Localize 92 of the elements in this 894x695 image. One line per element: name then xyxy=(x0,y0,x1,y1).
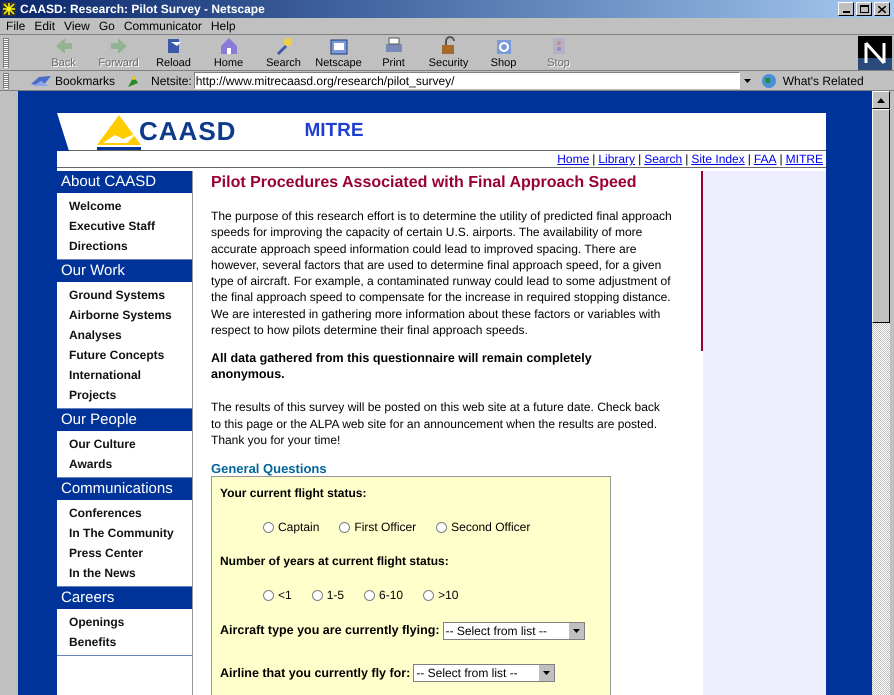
close-button[interactable] xyxy=(874,2,890,16)
radio-button[interactable] xyxy=(364,590,376,601)
sidebar-item[interactable]: Our Culture xyxy=(69,434,192,454)
toolbar-button[interactable]: Netscape xyxy=(312,35,365,70)
menu-item[interactable]: File xyxy=(6,17,26,35)
netscape-logo xyxy=(858,36,892,70)
sidebar-item[interactable]: In The Community xyxy=(69,523,192,543)
radio-option[interactable]: Second Officer xyxy=(436,518,530,536)
window-title: CAASD: Research: Pilot Survey - Netscape xyxy=(20,1,266,18)
sidebar-item[interactable]: Directions xyxy=(69,236,192,256)
nav-link[interactable]: MITRE xyxy=(786,150,823,168)
maximize-button[interactable] xyxy=(856,2,872,16)
link-separator: | xyxy=(638,151,642,168)
bookmark-icon xyxy=(29,74,53,88)
menu-item[interactable]: View xyxy=(64,17,90,35)
menu-item[interactable]: Communicator xyxy=(124,17,202,35)
select-dropdown[interactable]: -- Select from list -- xyxy=(442,622,585,640)
toolbar-button[interactable]: Security xyxy=(422,35,475,70)
scroll-up-icon[interactable] xyxy=(877,98,885,102)
results-paragraph: The results of this survey will be posted on this web site at a future date. Check back to this page or the ALPA web site for an announcement when the results are posted. Thank you for your time! xyxy=(211,399,661,448)
radio-option[interactable]: First Officer xyxy=(339,518,416,536)
app-icon xyxy=(2,2,16,16)
radio-button[interactable] xyxy=(263,590,274,601)
netsite-label: Netsite: xyxy=(151,72,192,90)
nav-link[interactable]: Home xyxy=(557,150,590,168)
toolbar-grip[interactable] xyxy=(3,72,9,88)
link-separator: | xyxy=(748,151,751,168)
close-icon xyxy=(878,6,886,12)
sidebar-heading[interactable]: Communications xyxy=(57,478,192,500)
toolbar-button[interactable]: Shop xyxy=(477,35,530,70)
toolbar-button[interactable]: Home xyxy=(202,35,255,70)
toolbar-grip[interactable] xyxy=(3,38,9,68)
sidebar-item[interactable]: Executive Staff xyxy=(69,216,192,236)
toolbar-button[interactable]: Reload xyxy=(147,35,200,70)
url-field[interactable]: http://www.mitrecaasd.org/research/pilot_survey/ xyxy=(194,72,740,89)
radio-option[interactable]: Captain xyxy=(263,518,320,536)
radio-button[interactable] xyxy=(436,522,448,533)
sidebar-item[interactable]: Benefits xyxy=(69,632,192,652)
radio-button[interactable] xyxy=(263,522,274,533)
sidebar-item[interactable]: Projects xyxy=(69,385,192,405)
link-separator: | xyxy=(780,151,783,168)
menu-item[interactable]: Edit xyxy=(34,17,56,35)
sidebar-heading[interactable]: Our Work xyxy=(57,260,192,282)
sidebar-item[interactable]: Ground Systems xyxy=(69,285,192,305)
bookmarks-button[interactable]: Bookmarks xyxy=(55,72,116,90)
question-label: Number of years at current flight status: xyxy=(220,553,450,570)
radio-option[interactable]: <1 xyxy=(263,586,292,604)
menu-item[interactable]: Help xyxy=(210,17,236,35)
nav-link[interactable]: Library xyxy=(598,150,636,168)
radio-button[interactable] xyxy=(339,522,350,533)
intro-paragraph: The purpose of this research effort is to determine the utility of predicted final approach speeds for improving the capacity of certain U.S. airports. The availability of more accurate approach speed information could lead to improved spacing. There are however, several factors that are used to determine final approach speed, for a given type of aircraft. For example, a contaminated runway could lead to some adjustment of the final approach speed to compensate for the increase in required stopping distance. We are interested in gathering more information about these factors or variables with respect to how pilots determine their final approach speeds. xyxy=(211,208,673,338)
toolbar-button[interactable]: Print xyxy=(367,35,420,70)
radio-button[interactable] xyxy=(312,590,323,601)
question-label: Airline that you currently fly for: xyxy=(220,665,410,682)
anonymity-notice: All data gathered from this questionnaire will remain completely anonymous. xyxy=(211,350,593,382)
sidebar-item[interactable]: Analyses xyxy=(69,325,192,345)
page-heading: Pilot Procedures Associated with Final Approach Speed xyxy=(211,174,638,192)
toolbar-button[interactable]: Search xyxy=(257,35,310,70)
minimize-button[interactable] xyxy=(838,2,854,16)
sidebar-item[interactable]: Awards xyxy=(69,454,192,474)
question-label: Aircraft type you are currently flying: xyxy=(220,622,440,640)
sidebar-heading[interactable]: About CAASD xyxy=(57,171,192,193)
sidebar-heading[interactable]: Careers xyxy=(57,587,192,609)
globe-icon xyxy=(760,72,779,88)
select-dropdown[interactable]: -- Select from list -- xyxy=(413,664,556,682)
caasd-logo: CAASD xyxy=(139,115,236,148)
section-heading: General Questions xyxy=(211,461,328,476)
nav-link[interactable]: FAA xyxy=(754,150,777,168)
sidebar-heading[interactable]: Our People xyxy=(57,409,192,431)
radio-option[interactable]: 1-5 xyxy=(312,586,344,604)
sidebar-item[interactable]: International xyxy=(69,365,192,385)
nav-link[interactable]: Search xyxy=(644,150,682,168)
sidebar-item[interactable]: In the News xyxy=(69,563,192,583)
radio-option[interactable]: 6-10 xyxy=(364,586,404,604)
minimize-icon xyxy=(842,11,850,13)
sidebar-item[interactable]: Welcome xyxy=(69,196,192,216)
sidebar-item[interactable]: Conferences xyxy=(69,503,192,523)
sidebar-item[interactable]: Airborne Systems xyxy=(69,305,192,325)
menu-item[interactable]: Go xyxy=(98,17,115,35)
sidebar-item[interactable]: Future Concepts xyxy=(69,345,192,365)
question-label: Your current flight status: xyxy=(220,485,368,502)
scrollbar[interactable] xyxy=(872,91,890,695)
mitre-logo: MITRE xyxy=(304,119,364,144)
whats-related-button[interactable]: What's Related xyxy=(782,72,864,90)
sidebar-item[interactable]: Press Center xyxy=(69,543,192,563)
nav-link[interactable]: Site Index xyxy=(691,150,745,168)
sidebar-item[interactable]: Openings xyxy=(69,612,192,632)
maximize-icon xyxy=(860,5,868,13)
radio-button[interactable] xyxy=(423,590,434,601)
link-separator: | xyxy=(685,151,688,168)
radio-option[interactable]: >10 xyxy=(423,586,458,604)
link-separator: | xyxy=(592,151,596,168)
